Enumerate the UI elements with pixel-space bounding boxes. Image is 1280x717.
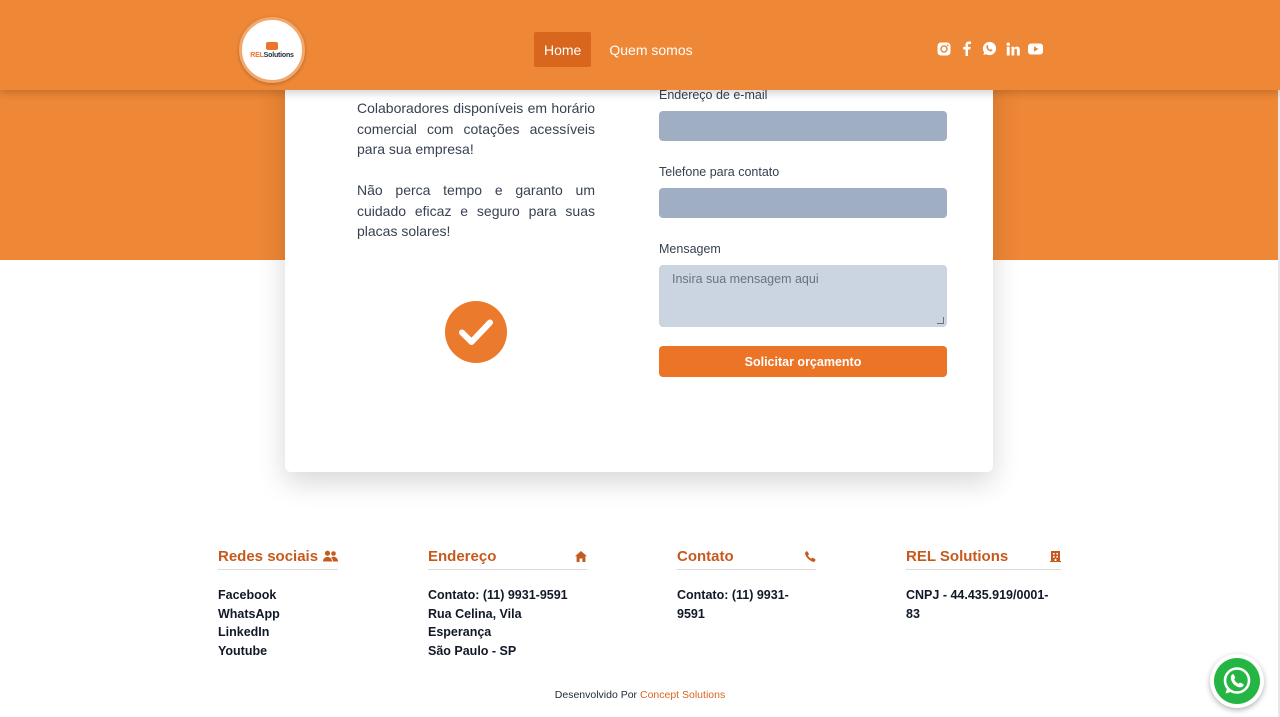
footer-heading: REL Solutions bbox=[906, 548, 1061, 570]
credits-brand-link[interactable]: Concept Solutions bbox=[640, 689, 725, 701]
whatsapp-floating-button[interactable] bbox=[1210, 654, 1264, 708]
footer-heading-label: REL Solutions bbox=[906, 547, 1009, 565]
footer-link-linkedin[interactable]: LinkedIn bbox=[218, 623, 338, 642]
footer-heading: Redes sociais bbox=[218, 548, 338, 570]
logo[interactable]: RELSolutions bbox=[239, 17, 305, 83]
instagram-icon[interactable] bbox=[936, 40, 951, 57]
footer-social-column: Redes sociais Facebook WhatsApp LinkedIn… bbox=[218, 548, 338, 660]
card-description: Colaboradores disponíveis em horário com… bbox=[357, 98, 595, 242]
footer-company-column: REL Solutions CNPJ - 44.435.919/0001-83 bbox=[906, 548, 1061, 623]
checkmark-icon bbox=[445, 301, 507, 363]
quote-card: Colaboradores disponíveis em horário com… bbox=[285, 60, 993, 472]
logo-text: RELSolutions bbox=[250, 51, 294, 59]
logo-mark-icon bbox=[266, 41, 278, 50]
main-nav: Home Quem somos bbox=[534, 32, 693, 67]
linkedin-icon[interactable] bbox=[1005, 40, 1020, 57]
footer-heading-label: Redes sociais bbox=[218, 547, 319, 565]
footer-address-line: São Paulo - SP bbox=[428, 643, 517, 658]
credits-prefix: Desenvolvido Por bbox=[554, 689, 638, 701]
footer-link-youtube[interactable]: Youtube bbox=[218, 642, 338, 661]
footer-heading-label: Contato bbox=[677, 547, 734, 565]
phone-field[interactable] bbox=[659, 188, 947, 218]
footer-link-whatsapp[interactable]: WhatsApp bbox=[218, 605, 338, 624]
building-icon bbox=[1050, 551, 1061, 562]
site-header: RELSolutions Home Quem somos bbox=[0, 0, 1280, 90]
credits: Desenvolvido Por Concept Solutions bbox=[0, 689, 1280, 701]
message-field[interactable]: Insira sua mensagem aqui bbox=[659, 265, 947, 327]
phone-label: Telefone para contato bbox=[659, 165, 780, 179]
nav-home[interactable]: Home bbox=[534, 32, 592, 67]
footer-address-line: Contato: (11) 9931-9591 bbox=[428, 588, 568, 602]
footer-contact-column: Contato Contato: (11) 9931-9591 bbox=[677, 548, 816, 623]
footer-heading: Endereço bbox=[428, 548, 587, 570]
quote-form: Endereço de e-mail Telefone para contato… bbox=[659, 86, 947, 377]
footer-link-facebook[interactable]: Facebook bbox=[218, 586, 338, 605]
nav-quem-somos[interactable]: Quem somos bbox=[609, 32, 692, 67]
email-field[interactable] bbox=[659, 111, 947, 141]
home-icon bbox=[575, 550, 587, 562]
social-links bbox=[936, 40, 1043, 57]
footer-address-line: Rua Celina, Vila Esperança bbox=[428, 606, 522, 640]
whatsapp-icon[interactable] bbox=[982, 40, 997, 57]
footer-address-column: Endereço Contato: (11) 9931-9591 Rua Cel… bbox=[428, 548, 587, 660]
youtube-icon[interactable] bbox=[1028, 40, 1043, 57]
submit-quote-button[interactable]: Solicitar orçamento bbox=[659, 346, 947, 377]
footer-cnpj: CNPJ - 44.435.919/0001-83 bbox=[906, 588, 1049, 621]
card-paragraph: Colaboradores disponíveis em horário com… bbox=[357, 100, 595, 157]
card-paragraph: Não perca tempo e garanto um cuidado efi… bbox=[357, 182, 595, 239]
phone-icon bbox=[805, 550, 816, 562]
users-icon bbox=[323, 550, 338, 562]
footer-heading: Contato bbox=[677, 548, 816, 570]
footer-contact-line: Contato: (11) 9931-9591 bbox=[677, 588, 789, 621]
message-label: Mensagem bbox=[659, 242, 721, 256]
footer-heading-label: Endereço bbox=[428, 547, 497, 565]
facebook-icon[interactable] bbox=[959, 40, 974, 57]
whatsapp-icon bbox=[1214, 658, 1260, 704]
